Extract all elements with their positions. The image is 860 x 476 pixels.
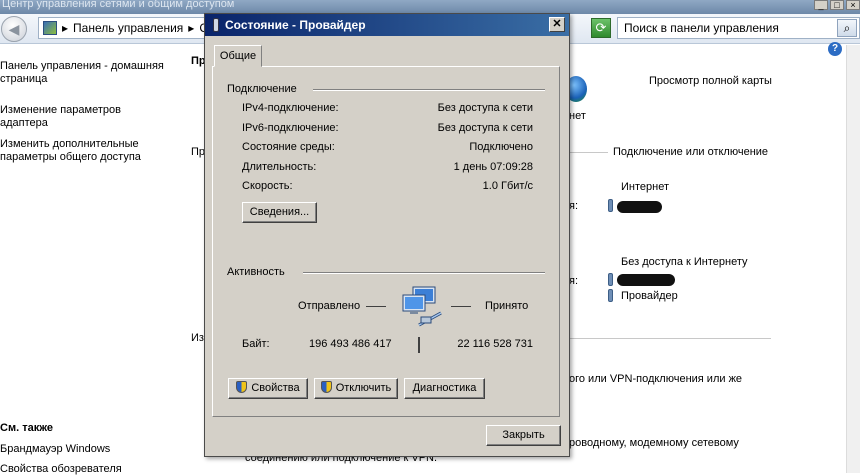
sent-label: Отправлено: [298, 300, 361, 312]
help-icon[interactable]: ?: [828, 42, 842, 56]
minimize-button[interactable]: _: [814, 0, 828, 10]
duration-label: Длительность:: [242, 161, 317, 173]
network-adapter-icon: [608, 289, 613, 302]
provider-adapter-link[interactable]: Провайдер: [621, 290, 678, 302]
dialog-close-button[interactable]: ✕: [549, 17, 565, 32]
speed-label: Скорость:: [242, 180, 293, 192]
divider: [570, 152, 608, 153]
tab-panel-general: Подключение IPv4-подключение: Без доступ…: [212, 66, 560, 417]
duration-value: 1 день 07:09:28: [453, 161, 533, 173]
section-fragment: Пр: [191, 146, 206, 158]
media-state-label: Состояние среды:: [242, 141, 335, 153]
dialog-title: Состояние - Провайдер: [225, 18, 366, 32]
network-2-access-type: Без доступа к Интернету: [621, 256, 748, 268]
window-controls: _ □ ×: [812, 0, 860, 14]
network-activity-icon: [402, 286, 442, 327]
activity-group-label: Активность: [227, 266, 285, 278]
refresh-button[interactable]: ⟳: [591, 18, 611, 38]
ipv6-label: IPv6-подключение:: [242, 122, 339, 134]
network-adapter-icon: [213, 18, 219, 32]
setup-connection-text[interactable]: ого или VPN-подключения или же: [569, 373, 742, 385]
bytes-label: Байт:: [242, 338, 270, 350]
scrollbar[interactable]: [846, 45, 860, 473]
activity-line: [366, 306, 386, 307]
properties-label: Свойства: [251, 382, 300, 394]
breadcrumb-control-panel[interactable]: Панель управления: [73, 21, 183, 35]
properties-button[interactable]: Свойства: [228, 378, 308, 399]
connect-to-network-text[interactable]: роводному, модемному сетевому: [569, 437, 739, 449]
connect-disconnect-link[interactable]: Подключение или отключение: [613, 146, 768, 158]
network-adapter-icon: [608, 199, 613, 212]
media-state-value: Подключено: [469, 141, 533, 153]
divider: [570, 338, 771, 339]
section-fragment: Из: [191, 332, 204, 344]
network-2-label-suffix: я:: [569, 275, 579, 287]
search-placeholder: Поиск в панели управления: [624, 21, 779, 35]
disable-button[interactable]: Отключить: [314, 378, 398, 399]
sidebar-item-sharing-settings[interactable]: Изменить дополнительные параметры общего…: [0, 138, 150, 164]
network-adapter-icon: [608, 273, 613, 286]
uac-shield-icon: [320, 381, 332, 393]
disable-label: Отключить: [335, 382, 392, 394]
diagnose-button[interactable]: Диагностика: [404, 378, 485, 399]
sidebar-item-internet-options[interactable]: Свойства обозревателя: [0, 463, 122, 476]
network-1-access-type: Интернет: [621, 181, 669, 193]
internet-label: нет: [569, 110, 586, 122]
speed-value: 1.0 Гбит/с: [482, 180, 533, 192]
control-panel-icon: [43, 21, 57, 35]
ipv4-value: Без доступа к сети: [437, 102, 533, 114]
redacted-name: [617, 274, 675, 286]
search-input[interactable]: Поиск в панели управления ⌕: [617, 17, 860, 39]
dialog-titlebar: Состояние - Провайдер ✕: [205, 14, 569, 36]
sidebar-item-adapter-settings[interactable]: Изменение параметров адаптера: [0, 104, 125, 130]
details-button[interactable]: Сведения...: [242, 202, 317, 223]
sidebar-item-firewall[interactable]: Брандмауэр Windows: [0, 443, 110, 456]
breadcrumb-chevron-icon[interactable]: ▸: [188, 21, 194, 35]
tab-general[interactable]: Общие: [214, 45, 262, 67]
connection-group-label: Подключение: [227, 83, 297, 95]
ipv6-value: Без доступа к сети: [437, 122, 533, 134]
received-label: Принято: [485, 300, 529, 312]
network-1-label-suffix: я:: [569, 200, 579, 212]
window-title: Центр управления сетями и общим доступом: [2, 0, 235, 10]
sidebar-item-home[interactable]: Панель управления - домашняя страница: [0, 60, 175, 86]
status-dialog: Состояние - Провайдер ✕ Общие Подключени…: [204, 13, 570, 457]
view-full-map-link[interactable]: Просмотр полной карты: [649, 75, 772, 87]
breadcrumb-chevron-icon[interactable]: ▸: [62, 21, 68, 35]
uac-shield-icon: [236, 381, 248, 393]
activity-line: [451, 306, 471, 307]
back-button[interactable]: ◀: [1, 16, 27, 42]
group-separator: [303, 272, 545, 274]
maximize-button[interactable]: □: [830, 0, 844, 10]
ipv4-label: IPv4-подключение:: [242, 102, 339, 114]
activity-separator: [418, 337, 420, 353]
close-button[interactable]: Закрыть: [486, 425, 561, 446]
group-separator: [313, 89, 545, 91]
see-also-heading: См. также: [0, 422, 53, 434]
window-titlebar: Центр управления сетями и общим доступом…: [0, 0, 860, 14]
redacted-name: [617, 201, 662, 213]
search-icon[interactable]: ⌕: [837, 19, 857, 37]
close-window-button[interactable]: ×: [846, 0, 860, 10]
bytes-sent-value: 196 493 486 417: [309, 338, 392, 350]
bytes-received-value: 22 116 528 731: [457, 338, 533, 350]
